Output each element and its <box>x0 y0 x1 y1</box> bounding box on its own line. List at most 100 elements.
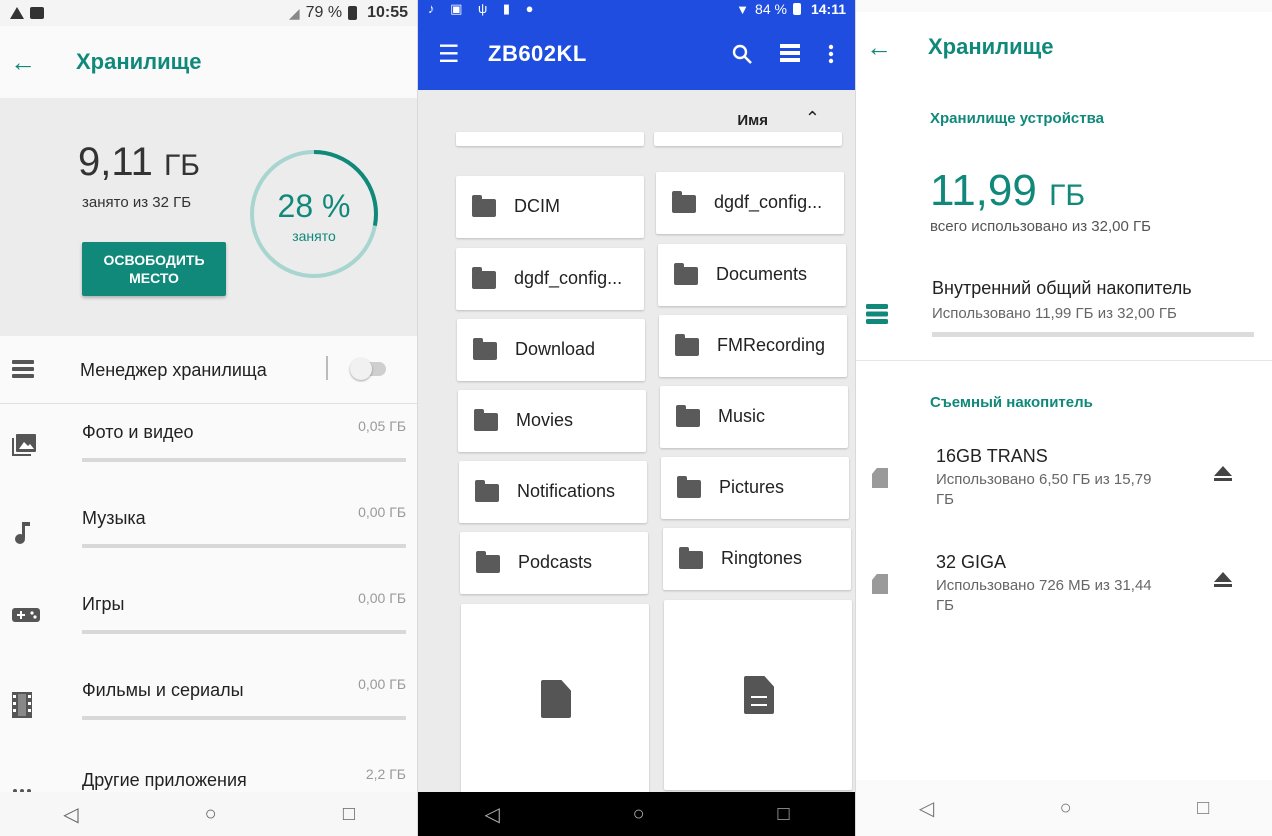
folder-tile-partial <box>654 132 842 146</box>
folder-tile[interactable]: dgdf_config... <box>456 248 644 310</box>
folder-icon <box>676 405 700 427</box>
navigation-bar: ◁ ○ □ <box>0 792 418 836</box>
folder-tile[interactable]: Documents <box>658 244 846 306</box>
category-games[interactable]: Игры 0,00 ГБ <box>0 576 418 662</box>
removable-volume-row[interactable]: 16GB TRANS Использовано 6,50 ГБ из 15,79… <box>856 440 1272 530</box>
sort-ascending-icon[interactable]: ⌃ <box>805 108 820 129</box>
category-size: 0,05 ГБ <box>358 418 406 434</box>
folder-icon <box>674 263 698 285</box>
category-usage-bar <box>82 630 406 634</box>
folder-grid: DCIM dgdf_config... dgdf_config... Docum… <box>436 132 852 794</box>
folder-tile[interactable]: Ringtones <box>663 528 851 590</box>
category-music[interactable]: Музыка 0,00 ГБ <box>0 490 418 576</box>
folder-tile[interactable]: Podcasts <box>460 532 648 594</box>
file-tile[interactable] <box>461 604 649 794</box>
file-manager-screen: ♪ ▣ ψ ▮ ● ▼ 84 % 14:11 ☰ ZB602KL Имя ⌃ D… <box>418 0 856 836</box>
battery-icon <box>348 6 358 20</box>
wifi-icon: ▼ <box>736 1 750 17</box>
category-size: 0,00 ГБ <box>358 504 406 520</box>
recents-nav-icon[interactable]: □ <box>1197 797 1209 820</box>
folder-name: Documents <box>716 264 808 284</box>
eject-icon[interactable] <box>1214 572 1232 588</box>
folder-icon <box>476 551 500 573</box>
back-nav-icon[interactable]: ◁ <box>484 802 499 827</box>
app-bar: ← Хранилище <box>856 12 1272 82</box>
gamepad-icon <box>12 608 40 622</box>
warning-icon <box>10 7 24 19</box>
document-lines <box>751 696 767 706</box>
clock: 10:55 <box>367 4 408 21</box>
volume-name: Внутренний общий накопитель <box>932 278 1192 298</box>
film-icon <box>12 692 32 718</box>
battery-icon <box>792 3 801 15</box>
app-bar: ← Хранилище <box>0 26 418 98</box>
list-view-icon[interactable] <box>780 44 800 62</box>
home-nav-icon[interactable]: ○ <box>633 803 645 826</box>
volume-name: 16GB TRANS <box>936 446 1048 466</box>
usage-caption: занято <box>292 228 336 244</box>
page-title: Хранилище <box>76 49 202 74</box>
music-icon <box>15 522 30 544</box>
folder-icon <box>672 191 696 213</box>
used-amount: 9,11 ГБ <box>78 140 200 185</box>
folder-tile[interactable]: DCIM <box>456 176 644 238</box>
used-unit: ГБ <box>164 149 200 182</box>
folder-icon <box>474 409 498 431</box>
status-bar: ◢ 79 % 10:55 <box>0 0 418 26</box>
total-used-unit: ГБ <box>1049 179 1086 212</box>
used-of-total: занято из 32 ГБ <box>82 194 192 211</box>
back-nav-icon[interactable]: ◁ <box>63 802 78 827</box>
sort-by-name[interactable]: Имя <box>737 112 768 129</box>
folder-tile[interactable]: dgdf_config... <box>656 172 844 234</box>
device-storage-heading: Хранилище устройства <box>930 110 1104 127</box>
storage-manager-row[interactable]: Менеджер хранилища <box>0 336 418 404</box>
back-nav-icon[interactable]: ◁ <box>919 796 934 821</box>
total-used-value: 11,99 <box>930 166 1037 215</box>
status-bar: ♪ ▣ ψ ▮ ● ▼ 84 % 14:11 <box>418 0 856 18</box>
recents-nav-icon[interactable]: □ <box>777 803 789 826</box>
section-divider <box>856 360 1272 361</box>
removable-volume-row[interactable]: 32 GIGA Использовано 726 МБ из 31,44 ГБ <box>856 546 1272 636</box>
usage-percent: 28 % <box>277 188 351 224</box>
device-title: ZB602KL <box>488 41 587 66</box>
eject-icon[interactable] <box>1214 466 1232 482</box>
more-options-icon[interactable] <box>828 44 834 64</box>
storage-icon <box>866 304 888 324</box>
category-size: 0,00 ГБ <box>358 676 406 692</box>
status-bar <box>856 0 1272 12</box>
folder-tile[interactable]: Notifications <box>459 461 647 523</box>
folder-name: FMRecording <box>717 335 826 355</box>
storage-manager-toggle[interactable] <box>350 358 386 380</box>
removable-storage-heading: Съемный накопитель <box>930 394 1093 411</box>
category-size: 0,00 ГБ <box>358 590 406 606</box>
free-space-button[interactable]: ОСВОБОДИТЬ МЕСТО <box>82 242 226 296</box>
storage-screen-volumes: ← Хранилище Хранилище устройства 11,99 Г… <box>856 0 1272 836</box>
recents-nav-icon[interactable]: □ <box>343 803 355 826</box>
home-nav-icon[interactable]: ○ <box>205 803 217 826</box>
storage-screen-settings: ◢ 79 % 10:55 ← Хранилище 9,11 ГБ занято … <box>0 0 418 836</box>
sd-card-icon <box>872 574 888 594</box>
volume-name: 32 GIGA <box>936 552 1007 572</box>
clock: 14:11 <box>810 1 846 17</box>
category-photos[interactable]: Фото и видео 0,05 ГБ <box>0 404 418 490</box>
internal-storage-row[interactable]: Внутренний общий накопитель Использовано… <box>856 270 1272 360</box>
photo-icon <box>12 434 36 456</box>
folder-icon <box>677 476 701 498</box>
home-nav-icon[interactable]: ○ <box>1060 797 1072 820</box>
search-icon[interactable] <box>732 44 752 64</box>
folder-tile[interactable]: Movies <box>458 390 646 452</box>
folder-name: Podcasts <box>518 552 593 572</box>
folder-icon <box>675 334 699 356</box>
category-movies[interactable]: Фильмы и сериалы 0,00 ГБ <box>0 662 418 748</box>
folder-tile[interactable]: Music <box>660 386 848 448</box>
folder-tile[interactable]: FMRecording <box>659 315 847 377</box>
folder-tile[interactable]: Pictures <box>661 457 849 519</box>
back-arrow-icon[interactable]: ← <box>856 32 928 63</box>
category-usage-bar <box>82 716 406 720</box>
folder-tile[interactable]: Download <box>457 319 645 381</box>
back-arrow-icon[interactable]: ← <box>0 47 76 78</box>
battery-percent: 79 % <box>305 4 343 21</box>
menu-icon[interactable]: ☰ <box>418 40 488 69</box>
file-tile[interactable] <box>664 600 852 790</box>
category-label: Игры <box>82 594 125 614</box>
